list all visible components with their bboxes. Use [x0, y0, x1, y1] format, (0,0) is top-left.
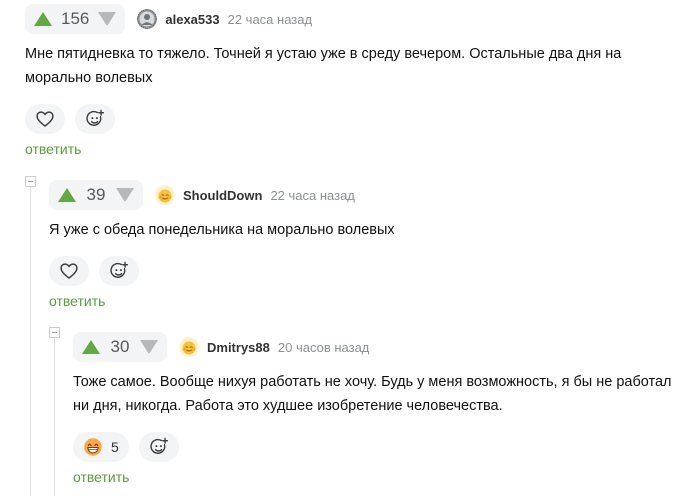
- heart-icon: [35, 109, 55, 129]
- comment-actions: [25, 104, 685, 134]
- comment-header: 156 alexa533 22 часа назад: [25, 4, 685, 34]
- rating-box: 156: [25, 4, 126, 34]
- like-button[interactable]: [25, 104, 65, 134]
- comment-text: Я уже с обеда понедельника на морально в…: [49, 222, 395, 238]
- add-reaction-button[interactable]: [138, 432, 179, 462]
- comment-actions: 5: [73, 432, 693, 462]
- comment-time[interactable]: 22 часа назад: [228, 12, 312, 27]
- collapse-thread-button[interactable]: [25, 176, 36, 187]
- vote-down-icon[interactable]: [97, 11, 117, 27]
- comment-time[interactable]: 22 часа назад: [270, 188, 354, 203]
- username[interactable]: alexa533: [165, 12, 219, 27]
- reply-link[interactable]: ответить: [25, 141, 81, 157]
- comment-text: Тоже самое. Вообще нихуя работать не хоч…: [73, 374, 672, 414]
- comment-header: 39 ShouldDown 22 часа назад: [49, 180, 689, 210]
- comment-text: Мне пятидневка то тяжело. Точней я устаю…: [25, 46, 622, 86]
- rating-box: 30: [73, 332, 167, 362]
- collapse-thread-button[interactable]: [49, 327, 60, 338]
- vote-up-icon[interactable]: [81, 339, 101, 355]
- avatar[interactable]: [137, 9, 157, 29]
- comment-time[interactable]: 20 часов назад: [278, 340, 370, 355]
- avatar[interactable]: [179, 337, 199, 357]
- reaction-count: 5: [111, 439, 119, 455]
- thread-line: [30, 187, 31, 496]
- add-reaction-icon: [109, 261, 129, 281]
- comment-actions: [49, 256, 689, 286]
- vote-down-icon[interactable]: [139, 339, 159, 355]
- grinning-face-reaction-icon: [83, 437, 103, 457]
- rating-box: 39: [49, 180, 143, 210]
- vote-up-icon[interactable]: [33, 11, 53, 27]
- comment-alexa533: 156 alexa533 22 часа назад Мне пятидневк…: [25, 4, 685, 134]
- add-reaction-icon: [149, 437, 169, 457]
- add-reaction-button[interactable]: [99, 256, 139, 286]
- rating-count: 30: [110, 337, 130, 356]
- add-reaction-button[interactable]: [75, 104, 115, 134]
- rating-count: 39: [86, 185, 106, 204]
- username[interactable]: ShouldDown: [183, 188, 262, 203]
- thread-line: [54, 338, 55, 496]
- heart-icon: [59, 261, 79, 281]
- reaction-button[interactable]: 5: [73, 432, 129, 462]
- like-button[interactable]: [49, 256, 89, 286]
- vote-down-icon[interactable]: [115, 187, 135, 203]
- reply-link[interactable]: ответить: [73, 469, 129, 485]
- username[interactable]: Dmitrys88: [207, 340, 270, 355]
- rating-count: 156: [61, 9, 90, 28]
- avatar[interactable]: [155, 185, 175, 205]
- add-reaction-icon: [85, 109, 105, 129]
- vote-up-icon[interactable]: [57, 187, 77, 203]
- comment-shoulddown: 39 ShouldDown 22 часа назад Я уже с обед…: [49, 180, 689, 286]
- comment-dmitrys88: 30 Dmitrys88 20 часов назад Тоже самое. …: [73, 332, 693, 462]
- comment-header: 30 Dmitrys88 20 часов назад: [73, 332, 693, 362]
- reply-link[interactable]: ответить: [49, 293, 105, 309]
